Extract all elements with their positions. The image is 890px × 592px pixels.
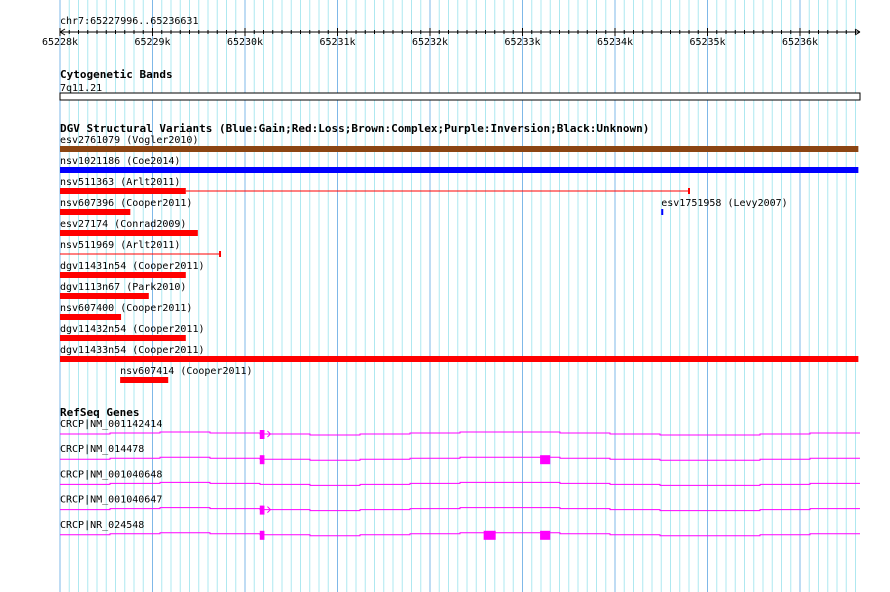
variant-bar[interactable] [60,167,859,173]
gene-label: CRCP|NM_001040647 [60,495,162,506]
variant-label: esv1751958 (Levy2007) [661,198,787,209]
gene-exon[interactable] [259,505,265,515]
variant-bar[interactable] [60,230,198,236]
variant-bar[interactable] [661,209,664,215]
variant-label: esv27174 (Conrad2009) [60,219,186,230]
variant-esv2761079[interactable]: esv2761079 (Vogler2010) [60,135,859,152]
variant-label: nsv607414 (Cooper2011) [120,366,252,377]
grid-lines [59,0,856,592]
variant-bar[interactable] [60,314,122,320]
dgv-title: DGV Structural Variants (Blue:Gain;Red:L… [60,122,649,135]
tick-label: 65230k [227,37,263,48]
variant-label: dgv1113n67 (Park2010) [60,282,186,293]
tick-label: 65235k [689,37,725,48]
gene-exon[interactable] [540,530,551,540]
gene-exon[interactable] [483,530,496,540]
tick-label: 65234k [597,37,633,48]
variant-bar[interactable] [60,293,149,299]
gene-label: CRCP|NR_024548 [60,520,144,531]
variant-bar[interactable] [60,272,186,278]
tick-label: 65233k [504,37,540,48]
variant-dgv11432n54[interactable]: dgv11432n54 (Cooper2011) [60,324,205,341]
cytoband-bar[interactable] [59,92,861,101]
gene-label: CRCP|NM_001142414 [60,419,162,430]
variant-nsv607396[interactable]: nsv607396 (Cooper2011) [60,198,192,215]
variant-nsv1021186[interactable]: nsv1021186 (Coe2014) [60,156,859,173]
gene-label: CRCP|NM_001040648 [60,469,162,480]
variant-dgv11431n54[interactable]: dgv11431n54 (Cooper2011) [60,261,205,278]
variant-label: dgv11431n54 (Cooper2011) [60,261,205,272]
variant-dgv11433n54[interactable]: dgv11433n54 (Cooper2011) [60,345,859,362]
gene-exon[interactable] [259,455,265,465]
genome-browser-panel: chr7:65227996..65236631 65228k 65229k 6523… [0,0,890,592]
tick-label: 65228k [42,37,78,48]
variant-label: nsv607400 (Cooper2011) [60,303,192,314]
gene-exon[interactable] [259,530,265,540]
tick-label: 65236k [782,37,818,48]
variant-nsv607400[interactable]: nsv607400 (Cooper2011) [60,303,192,320]
gene-label: CRCP|NM_014478 [60,444,144,455]
variant-label: dgv11432n54 (Cooper2011) [60,324,205,335]
ruler: chr7:65227996..65236631 65228k 65229k 6523… [42,16,861,48]
tick-label: 65232k [412,37,448,48]
variant-label: nsv1021186 (Coe2014) [60,156,180,167]
region-label: chr7:65227996..65236631 [60,16,198,27]
variant-bar[interactable] [120,377,169,383]
variant-nsv511969[interactable]: nsv511969 (Arlt2011) [60,240,222,257]
gene-exon[interactable] [540,455,551,465]
cytoband-title: Cytogenetic Bands [60,68,173,81]
variant-dgv1113n67[interactable]: dgv1113n67 (Park2010) [60,282,186,299]
tick-label: 65229k [134,37,170,48]
gene-exon[interactable] [259,430,265,439]
variant-esv27174[interactable]: esv27174 (Conrad2009) [60,219,198,236]
variant-bar[interactable] [60,335,186,341]
variant-nsv607414[interactable]: nsv607414 (Cooper2011) [120,366,253,383]
variant-label: nsv511363 (Arlt2011) [60,177,180,188]
variant-label: nsv607396 (Cooper2011) [60,198,192,209]
refseq-title: RefSeq Genes [60,406,139,419]
cytoband-label: 7q11.21 [60,83,102,94]
variant-bar[interactable] [60,188,186,194]
tick-label: 65231k [319,37,355,48]
variant-label: nsv511969 (Arlt2011) [60,240,180,251]
variant-bar[interactable] [60,356,859,362]
variant-label: esv2761079 (Vogler2010) [60,135,198,146]
variant-bar[interactable] [60,209,131,215]
track-canvas: chr7:65227996..65236631 65228k 65229k 6523… [42,0,861,592]
variant-bar[interactable] [60,146,859,152]
variant-label: dgv11433n54 (Cooper2011) [60,345,205,356]
